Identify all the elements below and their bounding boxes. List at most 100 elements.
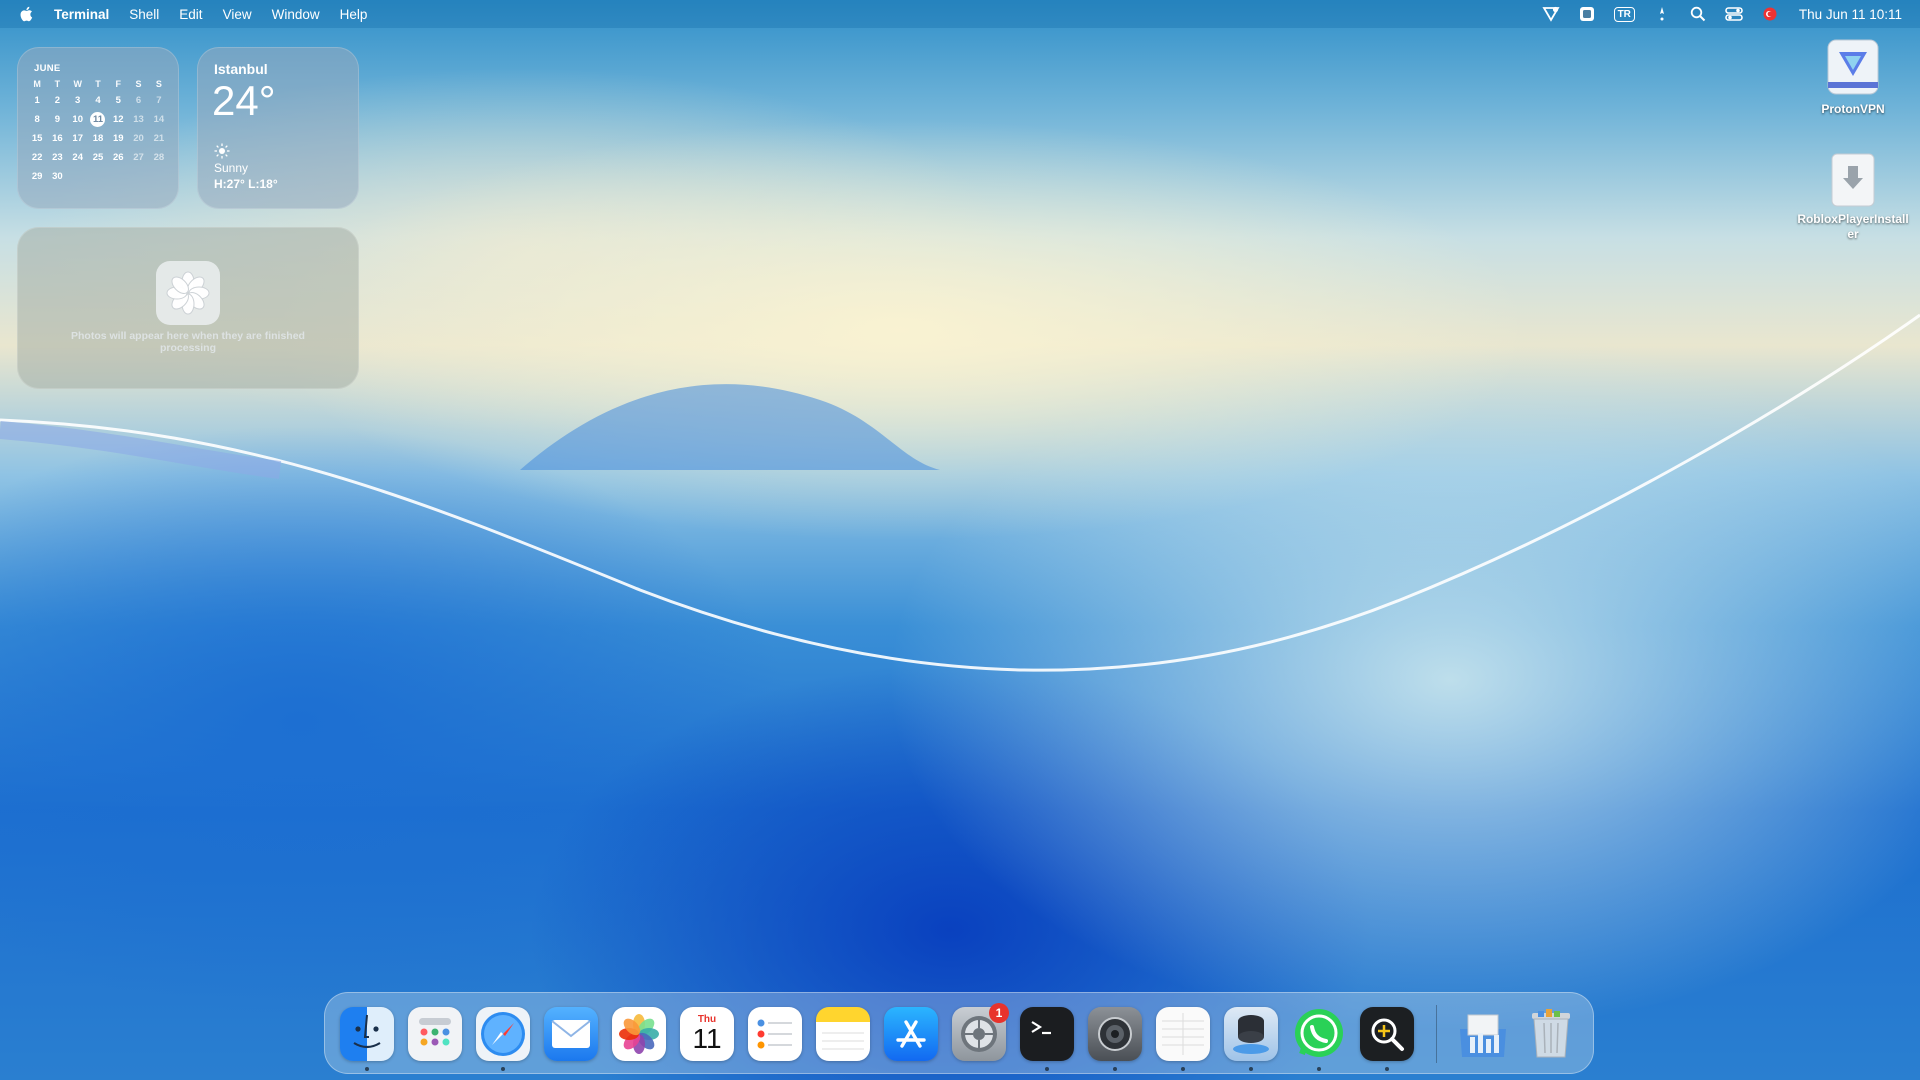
running-indicator <box>1181 1067 1185 1071</box>
dock-downloads-icon[interactable] <box>1456 1007 1510 1061</box>
calendar-day: 6 <box>135 95 142 106</box>
menu-bar: Terminal Shell Edit View Window Help TR … <box>0 0 1920 28</box>
calendar-day-today: 11 <box>88 112 108 127</box>
control-center-icon[interactable] <box>1725 5 1743 23</box>
running-indicator <box>1385 1067 1389 1071</box>
calendar-day: 12 <box>112 114 124 125</box>
calendar-day: 15 <box>31 133 43 144</box>
dock-photos-icon[interactable] <box>612 1007 666 1061</box>
calendar-day: 27 <box>133 152 144 163</box>
calendar-day: 1 <box>34 95 40 106</box>
calendar-day: 23 <box>52 152 63 163</box>
calendar-day: 10 <box>72 114 83 125</box>
dock-separator <box>1436 1005 1437 1063</box>
keyboard-layout-icon[interactable]: TR <box>1613 6 1635 22</box>
weekday-label: S <box>155 79 162 89</box>
calendar-day: 22 <box>31 152 43 163</box>
calendar-day: 2 <box>54 95 61 106</box>
running-indicator <box>1317 1067 1321 1071</box>
calendar-day: 19 <box>112 133 124 144</box>
calendar-day: 25 <box>92 152 104 163</box>
calendar-day: 14 <box>153 114 165 125</box>
menu-edit[interactable]: Edit <box>179 7 202 22</box>
running-indicator <box>1249 1067 1253 1071</box>
settings-notification-badge: 1 <box>989 1003 1009 1023</box>
dock-notes-icon[interactable] <box>816 1007 870 1061</box>
desktop-icon-protonvpn[interactable]: ProtonVPN <box>1793 38 1913 117</box>
desktop-icon-roblox-installer[interactable]: RobloxPlayerInstaller <box>1793 152 1913 242</box>
calendar-day: 30 <box>52 171 63 182</box>
dock-calendar-icon[interactable]: Thu 11 <box>680 1007 734 1061</box>
calendar-grid: M T W T F S S 1 2 3 4 5 6 7 8 9 10 11 12… <box>27 79 169 184</box>
weekday-label: M <box>33 79 41 89</box>
weather-temperature: 24° <box>212 77 276 124</box>
desktop-icon-label: ProtonVPN <box>1821 102 1885 116</box>
weekday-label: T <box>54 79 61 89</box>
dock-mail-icon[interactable] <box>544 1007 598 1061</box>
search-icon[interactable] <box>1689 5 1707 23</box>
calendar-day: 24 <box>72 152 83 163</box>
today-label: 11 <box>90 112 106 127</box>
flag-icon[interactable] <box>1761 5 1779 23</box>
dock-safari-icon[interactable] <box>476 1007 530 1061</box>
calendar-month: JUNE <box>34 63 61 74</box>
menu-window[interactable]: Window <box>272 7 320 22</box>
calendar-day: 26 <box>112 152 124 163</box>
weekday-label: S <box>135 79 142 89</box>
weekday-label: T <box>95 79 101 89</box>
calendar-day: 21 <box>153 133 165 144</box>
dock-textedit-icon[interactable] <box>1156 1007 1210 1061</box>
menubar-clock[interactable]: Thu Jun 11 10:11 <box>1799 7 1902 22</box>
weather-widget[interactable]: Istanbul 24° Sunny H:27° L:18° <box>197 47 359 209</box>
running-indicator <box>365 1067 369 1071</box>
menu-help[interactable]: Help <box>340 7 368 22</box>
dock-magnifier-icon[interactable] <box>1360 1007 1414 1061</box>
weather-high-low: H:27° L:18° <box>214 177 278 191</box>
calendar-day: 5 <box>115 95 121 106</box>
apple-menu-icon[interactable] <box>18 5 36 23</box>
weekday-label: F <box>115 79 122 89</box>
photos-flower-icon <box>156 261 220 325</box>
dock-launchpad-icon[interactable] <box>408 1007 462 1061</box>
dock-screenshot-icon[interactable] <box>1088 1007 1142 1061</box>
menu-shell[interactable]: Shell <box>129 7 159 22</box>
calendar-day: 13 <box>133 114 144 125</box>
sun-icon <box>214 143 230 159</box>
disk-image-icon <box>1825 38 1881 98</box>
dock-trash-icon[interactable] <box>1524 1007 1578 1061</box>
dock-terminal-icon[interactable] <box>1020 1007 1074 1061</box>
calendar-widget[interactable]: JUNE M T W T F S S 1 2 3 4 5 6 7 8 9 10 … <box>17 47 179 209</box>
calendar-day: 8 <box>34 114 40 125</box>
dock-finder-icon[interactable] <box>340 1007 394 1061</box>
installer-download-icon <box>1830 152 1876 208</box>
calendar-day: 28 <box>153 152 165 163</box>
vpn-shield-icon[interactable] <box>1542 5 1560 23</box>
running-indicator <box>1045 1067 1049 1071</box>
menu-view[interactable]: View <box>223 7 252 22</box>
desktop-icon-label: RobloxPlayerInstaller <box>1797 212 1909 241</box>
calendar-icon-day: 11 <box>692 1022 722 1054</box>
calendar-day: 20 <box>133 133 144 144</box>
weather-condition: Sunny <box>214 161 249 175</box>
alert-icon[interactable] <box>1653 5 1671 23</box>
dock-disk-utility-icon[interactable] <box>1224 1007 1278 1061</box>
running-indicator <box>1113 1067 1117 1071</box>
weather-city: Istanbul <box>214 61 268 77</box>
calendar-day: 7 <box>156 95 162 106</box>
calendar-day: 18 <box>92 133 104 144</box>
menu-app-name[interactable]: Terminal <box>54 7 109 22</box>
calendar-day: 9 <box>54 114 61 125</box>
calendar-day: 17 <box>72 133 83 144</box>
running-indicator <box>501 1067 505 1071</box>
photos-processing-message: Photos will appear here when they are fi… <box>71 330 305 354</box>
calendar-day: 3 <box>75 95 81 106</box>
calendar-day: 16 <box>52 133 63 144</box>
screen-record-icon[interactable] <box>1578 5 1596 23</box>
dock-app-store-icon[interactable] <box>884 1007 938 1061</box>
dock-whatsapp-icon[interactable] <box>1292 1007 1346 1061</box>
weekday-label: W <box>73 79 82 89</box>
dock-reminders-icon[interactable] <box>748 1007 802 1061</box>
calendar-day: 4 <box>95 95 101 106</box>
photos-widget[interactable]: Photos will appear here when they are fi… <box>17 227 359 389</box>
calendar-day: 29 <box>31 171 43 182</box>
